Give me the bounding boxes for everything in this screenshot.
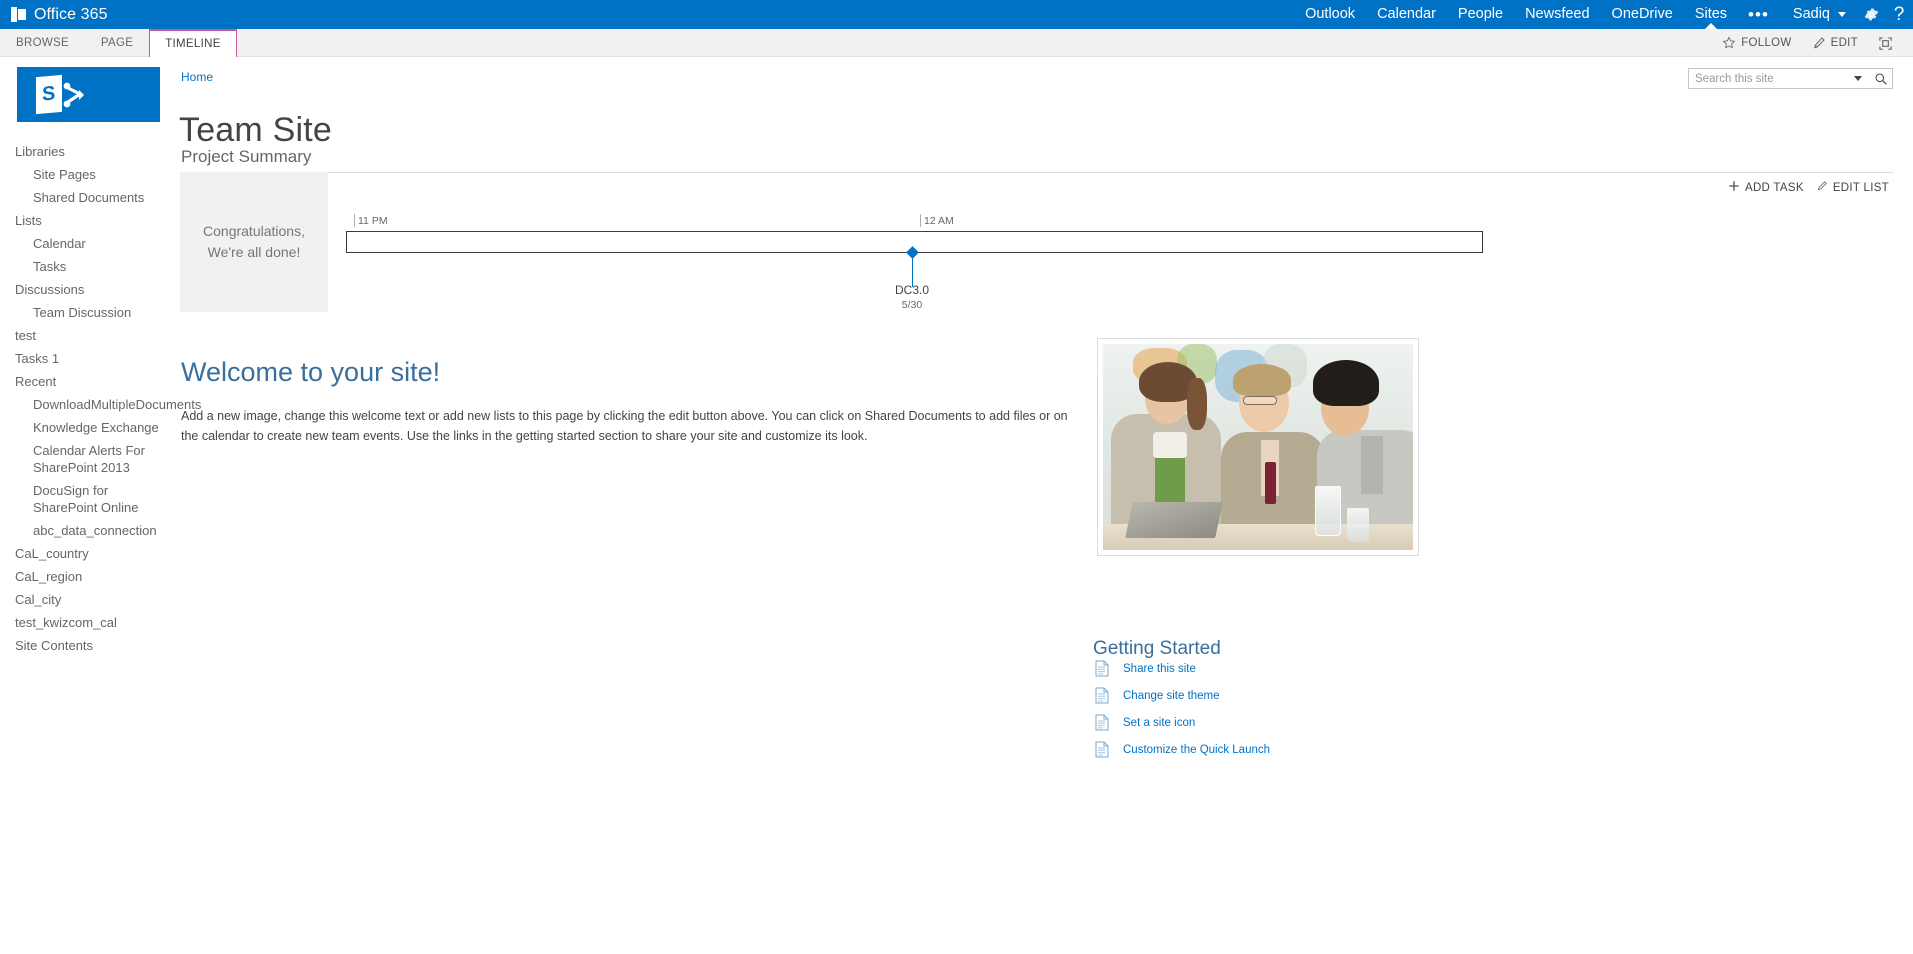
ribbon-tab-page[interactable]: PAGE bbox=[85, 29, 149, 57]
timeline-tick-label-1: 11 PM bbox=[358, 215, 388, 227]
suite-link-people[interactable]: People bbox=[1447, 0, 1514, 29]
edit-page-button[interactable]: EDIT bbox=[1802, 29, 1868, 57]
quick-launch-item-shared-documents[interactable]: Shared Documents bbox=[0, 186, 180, 209]
quick-launch-item-cal-region[interactable]: CaL_region bbox=[0, 565, 180, 588]
quick-launch-item-knowledge-exchange[interactable]: Knowledge Exchange bbox=[0, 416, 180, 439]
star-icon bbox=[1722, 36, 1736, 50]
follow-label: FOLLOW bbox=[1741, 37, 1792, 49]
project-summary-title: Project Summary bbox=[181, 147, 312, 166]
getting-started-label[interactable]: Change site theme bbox=[1123, 690, 1220, 702]
welcome-heading: Welcome to your site! bbox=[181, 357, 441, 388]
suite-nav: Outlook Calendar People Newsfeed OneDriv… bbox=[1294, 0, 1913, 29]
quick-launch-item-libraries[interactable]: Libraries bbox=[0, 140, 180, 163]
edit-page-label: EDIT bbox=[1830, 37, 1858, 49]
ribbon-tab-timeline[interactable]: TIMELINE bbox=[149, 29, 237, 57]
question-mark-icon[interactable]: ? bbox=[1885, 0, 1913, 29]
suite-overflow-icon[interactable]: ••• bbox=[1738, 0, 1779, 29]
getting-started-item-change-site-theme[interactable]: Change site theme bbox=[1095, 682, 1425, 709]
quick-launch-item-site-contents[interactable]: Site Contents bbox=[0, 634, 180, 657]
getting-started-label[interactable]: Share this site bbox=[1123, 663, 1196, 675]
page-title: Team Site bbox=[179, 110, 332, 149]
document-icon bbox=[1095, 714, 1123, 731]
add-task-button[interactable]: ADD TASK bbox=[1724, 178, 1808, 197]
document-icon bbox=[1095, 687, 1123, 704]
edit-list-label: EDIT LIST bbox=[1832, 181, 1889, 194]
ribbon-actions: FOLLOW EDIT bbox=[1712, 29, 1903, 57]
quick-launch-nav: Libraries Site Pages Shared Documents Li… bbox=[0, 140, 201, 657]
getting-started-label[interactable]: Set a site icon bbox=[1123, 717, 1195, 729]
search-box[interactable] bbox=[1688, 68, 1893, 89]
milestone-date: 5/30 bbox=[901, 299, 923, 311]
quick-launch-item-abc-data-connection[interactable]: abc_data_connection bbox=[0, 519, 180, 542]
search-input[interactable] bbox=[1689, 69, 1854, 88]
office365-brand-label: Office 365 bbox=[34, 5, 108, 23]
ribbon-tab-browse[interactable]: BROWSE bbox=[0, 29, 85, 57]
suite-user-area: Sadiq ? bbox=[1778, 0, 1913, 29]
edit-list-button[interactable]: EDIT LIST bbox=[1812, 178, 1893, 197]
getting-started-list: Share this site Change site theme Set a … bbox=[1095, 655, 1425, 763]
quick-launch-item-team-discussion[interactable]: Team Discussion bbox=[0, 301, 180, 324]
quick-launch-item-calendar-alerts[interactable]: Calendar Alerts For SharePoint 2013 bbox=[0, 439, 180, 479]
project-status-panel: Congratulations, We're all done! bbox=[180, 172, 328, 312]
plus-icon bbox=[1728, 180, 1740, 195]
suite-link-newsfeed[interactable]: Newsfeed bbox=[1514, 0, 1600, 29]
gear-icon[interactable] bbox=[1857, 0, 1885, 29]
quick-launch-item-tasks[interactable]: Tasks bbox=[0, 255, 180, 278]
project-summary-toolbar: ADD TASK EDIT LIST bbox=[1724, 178, 1893, 197]
quick-launch-item-downloadmultipledocuments[interactable]: DownloadMultipleDocuments bbox=[0, 393, 201, 416]
suite-link-outlook[interactable]: Outlook bbox=[1294, 0, 1366, 29]
getting-started-item-set-a-site-icon[interactable]: Set a site icon bbox=[1095, 709, 1425, 736]
search-scope-chevron-down-icon[interactable] bbox=[1854, 76, 1862, 81]
suite-bar: Office 365 Outlook Calendar People Newsf… bbox=[0, 0, 1913, 29]
project-status-message: Congratulations, We're all done! bbox=[203, 223, 305, 260]
ribbon-bar: BROWSE PAGE TIMELINE FOLLOW EDIT bbox=[0, 29, 1913, 57]
project-timeline[interactable]: 11 PM 12 AM DC3.0 5/30 bbox=[346, 205, 1483, 315]
focus-on-content-button[interactable] bbox=[1868, 29, 1903, 57]
quick-launch-item-docusign[interactable]: DocuSign for SharePoint Online bbox=[0, 479, 180, 519]
suite-link-calendar[interactable]: Calendar bbox=[1366, 0, 1447, 29]
document-icon bbox=[1095, 660, 1123, 677]
quick-launch-item-site-pages[interactable]: Site Pages bbox=[0, 163, 180, 186]
ribbon-tabs: BROWSE PAGE TIMELINE bbox=[0, 29, 237, 57]
quick-launch-item-discussions[interactable]: Discussions bbox=[0, 278, 180, 301]
welcome-body-text: Add a new image, change this welcome tex… bbox=[181, 408, 1068, 443]
pencil-icon bbox=[1816, 180, 1828, 195]
getting-started-item-share-this-site[interactable]: Share this site bbox=[1095, 655, 1425, 682]
quick-launch-item-lists[interactable]: Lists bbox=[0, 209, 180, 232]
milestone-label: DC3.0 bbox=[894, 283, 929, 297]
quick-launch-item-test-kwizcom-cal[interactable]: test_kwizcom_cal bbox=[0, 611, 180, 634]
search-icon[interactable] bbox=[1870, 69, 1892, 88]
follow-button[interactable]: FOLLOW bbox=[1712, 29, 1801, 57]
getting-started-item-customize-the-quick-launch[interactable]: Customize the Quick Launch bbox=[1095, 736, 1425, 763]
three-colleagues-at-laptop-photo bbox=[1103, 344, 1413, 550]
pencil-icon bbox=[1812, 36, 1826, 50]
user-name-label[interactable]: Sadiq bbox=[1785, 0, 1834, 29]
getting-started-label[interactable]: Customize the Quick Launch bbox=[1123, 744, 1270, 756]
quick-launch-item-tasks-1[interactable]: Tasks 1 bbox=[0, 347, 180, 370]
office365-brand[interactable]: Office 365 bbox=[0, 0, 108, 29]
timeline-tick-label-2: 12 AM bbox=[924, 215, 954, 227]
document-icon bbox=[1095, 741, 1123, 758]
sharepoint-logo-icon[interactable]: S bbox=[17, 67, 160, 122]
breadcrumb-home[interactable]: Home bbox=[181, 70, 213, 84]
suite-link-sites[interactable]: Sites bbox=[1684, 0, 1738, 29]
focus-on-content-icon bbox=[1878, 36, 1893, 51]
project-summary-divider bbox=[180, 172, 1893, 173]
quick-launch-item-recent[interactable]: Recent bbox=[0, 370, 180, 393]
quick-launch-item-test[interactable]: test bbox=[0, 324, 180, 347]
user-menu-chevron-down-icon[interactable] bbox=[1838, 12, 1846, 17]
quick-launch-item-cal-country[interactable]: CaL_country bbox=[0, 542, 180, 565]
quick-launch-item-calendar[interactable]: Calendar bbox=[0, 232, 180, 255]
quick-launch-item-cal-city[interactable]: Cal_city bbox=[0, 588, 180, 611]
welcome-image bbox=[1097, 338, 1419, 556]
suite-link-onedrive[interactable]: OneDrive bbox=[1601, 0, 1684, 29]
add-task-label: ADD TASK bbox=[1744, 181, 1804, 194]
office-tile-icon bbox=[11, 7, 26, 22]
